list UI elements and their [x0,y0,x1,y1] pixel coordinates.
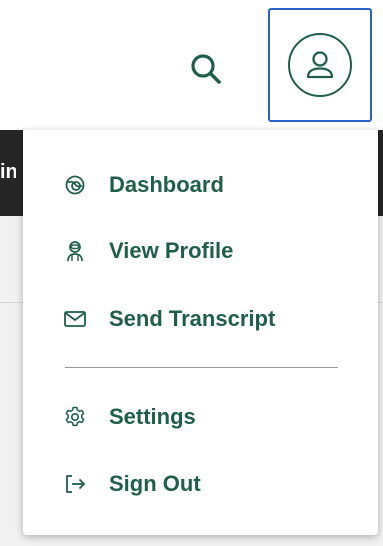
account-dropdown-menu: Dashboard View Profile Send Transcript S… [23,130,378,535]
menu-item-settings[interactable]: Settings [23,392,378,442]
menu-item-label: Settings [109,404,196,429]
gear-icon [63,405,87,429]
menu-item-send-transcript[interactable]: Send Transcript [23,294,378,344]
menu-divider [65,367,338,368]
search-icon [191,54,221,84]
dashboard-icon [63,173,87,197]
search-button[interactable] [184,47,228,91]
profile-icon [63,239,87,263]
menu-item-sign-out[interactable]: Sign Out [23,459,378,509]
page: in Dashboard View Profile Send Transcrip… [0,0,383,546]
user-icon [306,51,334,79]
menu-item-dashboard[interactable]: Dashboard [23,160,378,210]
account-button[interactable] [268,8,372,122]
menu-item-label: Dashboard [109,172,224,197]
menu-item-label: View Profile [109,238,234,263]
background-banner-text: in [0,161,16,183]
avatar [288,33,352,97]
menu-item-label: Sign Out [109,471,201,496]
mail-icon [63,307,87,331]
sign-out-icon [63,472,87,496]
menu-item-view-profile[interactable]: View Profile [23,226,378,276]
menu-item-label: Send Transcript [109,306,276,331]
